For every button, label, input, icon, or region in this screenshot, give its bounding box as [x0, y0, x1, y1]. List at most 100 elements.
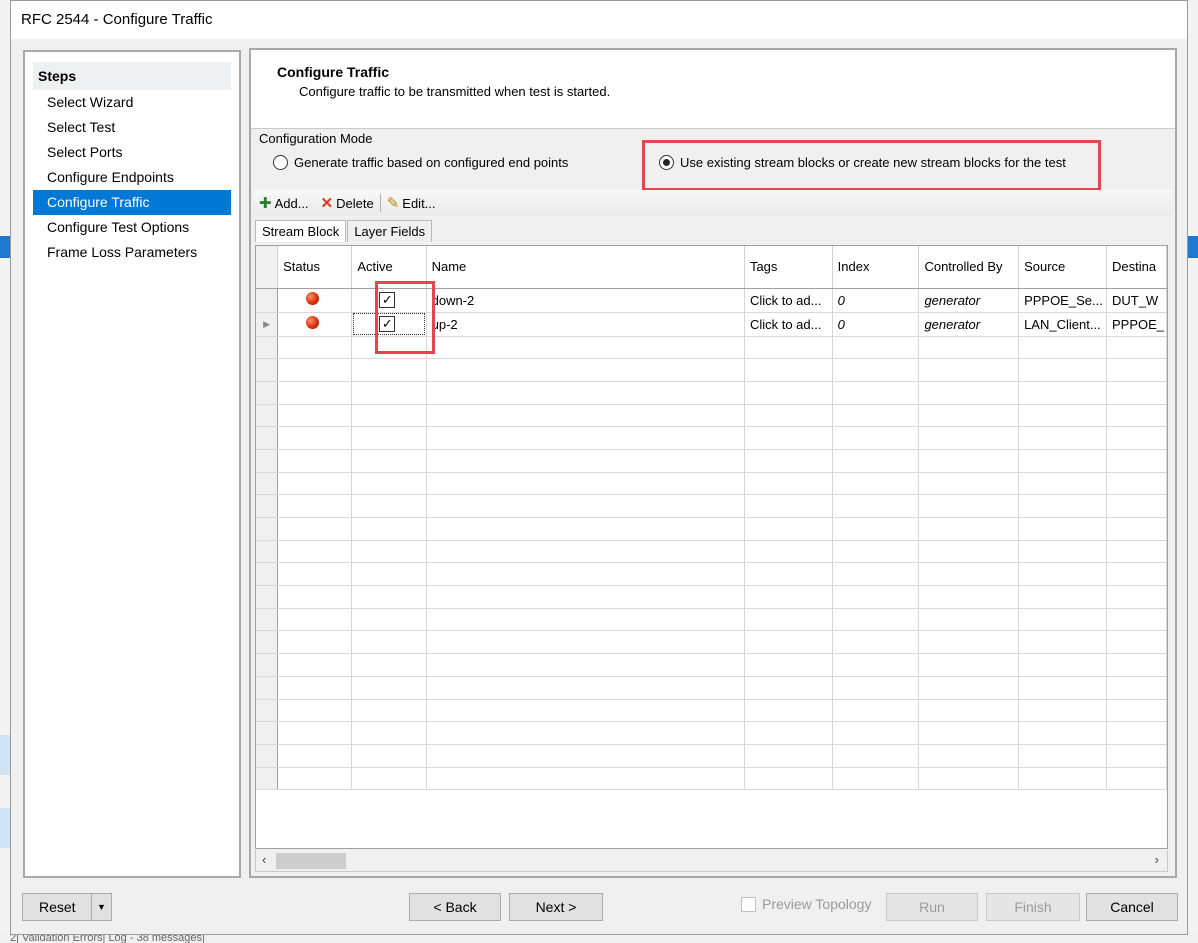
- reset-button[interactable]: Reset ▼: [22, 893, 112, 921]
- empty-cell: [744, 744, 833, 768]
- column-header-status[interactable]: Status: [277, 246, 353, 289]
- empty-cell: [918, 404, 1020, 428]
- horizontal-scrollbar[interactable]: ‹ ›: [255, 850, 1168, 872]
- index-cell: 0: [832, 288, 920, 313]
- radio-endpoints-button[interactable]: [273, 155, 288, 170]
- row-header: [256, 699, 279, 723]
- empty-cell: [351, 585, 427, 609]
- tab-stream-block[interactable]: Stream Block: [255, 220, 347, 242]
- empty-cell: [918, 721, 1020, 745]
- tags-cell[interactable]: Click to ad...: [744, 312, 833, 337]
- destination-cell[interactable]: PPPOE_: [1106, 312, 1167, 337]
- step-configure-test-options[interactable]: Configure Test Options: [33, 215, 231, 240]
- empty-cell: [1018, 494, 1107, 518]
- next-button[interactable]: Next >: [509, 893, 603, 921]
- row-header: [256, 630, 279, 655]
- empty-cell: [277, 494, 353, 518]
- row-header: [256, 767, 279, 791]
- preview-topology[interactable]: Preview Topology: [741, 896, 871, 912]
- empty-row: [256, 449, 1167, 473]
- row-header-corner: [256, 246, 279, 289]
- row-header[interactable]: [256, 288, 279, 313]
- empty-cell: [1106, 699, 1167, 723]
- empty-cell: [918, 744, 1020, 768]
- row-header: [256, 744, 279, 768]
- empty-cell: [744, 404, 833, 428]
- controlled-by-cell: generator: [918, 312, 1020, 337]
- column-header-index[interactable]: Index: [832, 246, 920, 289]
- tab-layer-fields[interactable]: Layer Fields: [347, 220, 433, 242]
- empty-cell: [426, 517, 745, 541]
- radio-endpoints[interactable]: Generate traffic based on configured end…: [273, 155, 568, 170]
- step-select-test[interactable]: Select Test: [33, 115, 231, 140]
- finish-button[interactable]: Finish: [986, 893, 1080, 921]
- empty-cell: [1018, 676, 1107, 700]
- empty-row: [256, 585, 1167, 609]
- empty-cell: [426, 426, 745, 450]
- empty-cell: [277, 653, 353, 677]
- run-button[interactable]: Run: [886, 893, 978, 921]
- destination-cell[interactable]: DUT_W: [1106, 288, 1167, 313]
- empty-cell: [744, 517, 833, 541]
- edit-button[interactable]: ✎ Edit...: [381, 192, 442, 214]
- empty-cell: [1018, 653, 1107, 677]
- column-header-name[interactable]: Name: [426, 246, 745, 289]
- row-header: [256, 562, 279, 587]
- empty-row: [256, 404, 1167, 428]
- name-cell[interactable]: down-2: [426, 288, 745, 313]
- empty-cell: [426, 699, 745, 723]
- step-frame-loss-parameters[interactable]: Frame Loss Parameters: [33, 240, 231, 265]
- empty-cell: [1106, 404, 1167, 428]
- step-select-wizard[interactable]: Select Wizard: [33, 90, 231, 115]
- empty-cell: [1018, 381, 1107, 405]
- column-header-tags[interactable]: Tags: [744, 246, 833, 289]
- back-button[interactable]: < Back: [409, 893, 501, 921]
- empty-row: [256, 381, 1167, 405]
- preview-topology-checkbox[interactable]: [741, 896, 756, 912]
- source-cell[interactable]: LAN_Client...: [1018, 312, 1107, 337]
- highlight-box-active: [375, 281, 435, 354]
- empty-cell: [832, 540, 920, 564]
- empty-cell: [351, 404, 427, 428]
- column-header-destination[interactable]: Destina: [1106, 246, 1167, 289]
- empty-cell: [1106, 472, 1167, 496]
- empty-cell: [1018, 699, 1107, 723]
- empty-cell: [426, 449, 745, 473]
- empty-cell: [277, 676, 353, 700]
- step-configure-endpoints[interactable]: Configure Endpoints: [33, 165, 231, 190]
- reset-dropdown-icon[interactable]: ▼: [91, 894, 111, 920]
- empty-cell: [918, 517, 1020, 541]
- empty-cell: [1106, 630, 1167, 655]
- name-cell[interactable]: up-2: [426, 312, 745, 337]
- empty-cell: [351, 472, 427, 496]
- scroll-thumb[interactable]: [276, 853, 346, 869]
- scroll-right-icon[interactable]: ›: [1155, 852, 1159, 867]
- empty-cell: [1106, 494, 1167, 518]
- empty-cell: [918, 336, 1020, 360]
- step-configure-traffic[interactable]: Configure Traffic: [33, 190, 231, 215]
- cancel-button[interactable]: Cancel: [1086, 893, 1178, 921]
- empty-cell: [832, 494, 920, 518]
- tags-cell[interactable]: Click to ad...: [744, 288, 833, 313]
- source-cell[interactable]: PPPOE_Se...: [1018, 288, 1107, 313]
- add-button[interactable]: ✚ Add...: [253, 192, 315, 214]
- row-header: [256, 676, 279, 700]
- column-header-source[interactable]: Source: [1018, 246, 1107, 289]
- delete-button[interactable]: ✕ Delete: [315, 192, 380, 214]
- empty-cell: [1106, 358, 1167, 382]
- empty-cell: [1018, 404, 1107, 428]
- empty-cell: [426, 472, 745, 496]
- empty-cell: [351, 426, 427, 450]
- status-cell: [277, 288, 353, 313]
- step-select-ports[interactable]: Select Ports: [33, 140, 231, 165]
- column-header-controlled-by[interactable]: Controlled By: [918, 246, 1020, 289]
- empty-cell: [351, 608, 427, 632]
- empty-cell: [832, 404, 920, 428]
- scroll-left-icon[interactable]: ‹: [262, 852, 266, 867]
- status-error-icon: [306, 316, 320, 329]
- empty-cell: [1018, 585, 1107, 609]
- empty-cell: [426, 540, 745, 564]
- empty-cell: [277, 562, 353, 587]
- row-header[interactable]: ▶: [256, 312, 279, 337]
- empty-cell: [351, 721, 427, 745]
